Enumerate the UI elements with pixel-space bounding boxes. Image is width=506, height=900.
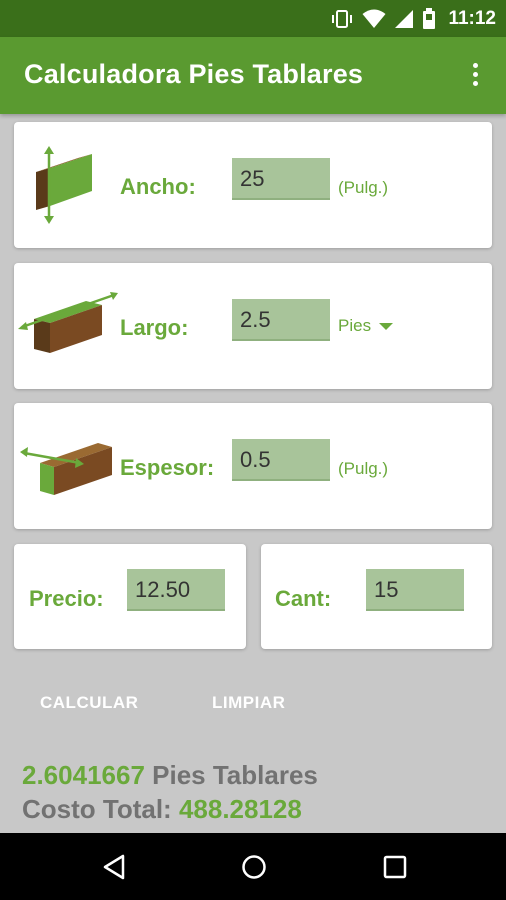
overflow-menu-icon[interactable] xyxy=(470,63,480,89)
vibrate-icon xyxy=(332,10,353,28)
cell-signal-icon xyxy=(395,10,414,28)
precio-card: Precio: 12.50 xyxy=(14,544,246,649)
cant-input[interactable]: 15 xyxy=(366,569,464,611)
app-title: Calculadora Pies Tablares xyxy=(24,59,364,89)
back-icon[interactable] xyxy=(102,854,126,880)
ancho-card: Ancho: 25 (Pulg.) xyxy=(14,122,492,248)
largo-unit-label: Pies xyxy=(338,316,372,335)
cant-card: Cant: 15 xyxy=(261,544,492,649)
espesor-label: Espesor: xyxy=(120,455,215,480)
status-bar: 11:12 xyxy=(0,0,506,37)
limpiar-button[interactable]: LIMPIAR xyxy=(212,693,285,713)
espesor-input[interactable]: 0.5 xyxy=(232,439,330,481)
espesor-unit: (Pulg.) xyxy=(338,459,389,478)
pies-result: 2.6041667 Pies Tablares xyxy=(22,760,318,791)
calcular-button[interactable]: CALCULAR xyxy=(40,693,138,713)
costo-label: Costo Total: xyxy=(22,794,172,824)
navigation-bar xyxy=(0,833,506,900)
costo-result: Costo Total: 488.28128 xyxy=(22,794,302,825)
largo-unit-dropdown[interactable]: Pies xyxy=(338,316,394,336)
status-icons: 11:12 xyxy=(330,7,496,31)
ancho-label: Ancho: xyxy=(120,174,196,199)
app-bar: Calculadora Pies Tablares xyxy=(0,37,506,114)
largo-label: Largo: xyxy=(120,315,189,340)
home-icon[interactable] xyxy=(241,854,267,880)
largo-input[interactable]: 2.5 xyxy=(232,299,330,341)
precio-label: Precio: xyxy=(29,586,104,611)
cant-label: Cant: xyxy=(275,586,332,611)
ancho-input[interactable]: 25 xyxy=(232,158,330,200)
espesor-card: Espesor: 0.5 (Pulg.) xyxy=(14,403,492,529)
board-width-icon xyxy=(36,146,92,224)
wifi-icon xyxy=(362,9,386,28)
board-thickness-icon xyxy=(20,443,112,495)
status-time: 11:12 xyxy=(448,8,496,29)
pies-label: Pies Tablares xyxy=(152,760,318,790)
precio-input[interactable]: 12.50 xyxy=(127,569,225,611)
pies-value: 2.6041667 xyxy=(22,760,145,790)
chevron-down-icon xyxy=(379,322,394,330)
battery-icon xyxy=(423,8,436,29)
recents-icon[interactable] xyxy=(383,855,407,879)
costo-value: 488.28128 xyxy=(178,794,302,824)
largo-card: Largo: 2.5 Pies xyxy=(14,263,492,389)
board-length-icon xyxy=(18,292,118,353)
ancho-unit: (Pulg.) xyxy=(338,178,389,197)
